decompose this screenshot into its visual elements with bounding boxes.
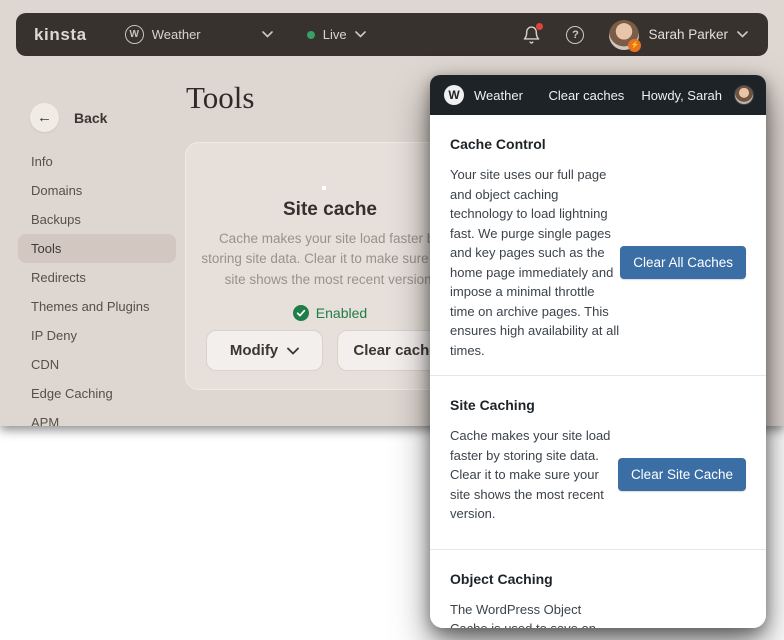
modify-label: Modify (230, 342, 278, 359)
object-caching-section: Object Caching The WordPress Object Cach… (430, 549, 766, 629)
sidebar-item-tools[interactable]: Tools (18, 234, 176, 263)
sidebar-item-ip-deny[interactable]: IP Deny (18, 321, 176, 350)
notification-dot (536, 23, 543, 30)
clear-cache-label: Clear cache (353, 342, 437, 359)
help-icon: ? (572, 29, 579, 41)
back-arrow-icon: ← (37, 109, 52, 126)
avatar-badge-icon: ⚡ (628, 39, 641, 52)
site-selector-dropdown[interactable]: W Weather (125, 25, 273, 44)
sidebar-item-edge-caching[interactable]: Edge Caching (18, 379, 176, 408)
help-button[interactable]: ? (566, 26, 584, 44)
wordpress-icon: W (125, 25, 144, 44)
section-description: Your site uses our full page and object … (450, 165, 620, 360)
environment-label: Live (323, 27, 347, 42)
cache-control-section: Cache Control Your site uses our full pa… (430, 115, 766, 375)
top-navigation-bar: kinsta W Weather Live (16, 13, 768, 56)
clear-site-cache-button[interactable]: Clear Site Cache (618, 458, 746, 491)
chevron-down-icon (262, 31, 273, 38)
sidebar-item-redirects[interactable]: Redirects (18, 263, 176, 292)
kinsta-logo: kinsta (34, 25, 87, 45)
avatar: ⚡ (609, 20, 639, 50)
site-selector-label: Weather (152, 27, 201, 42)
sidebar-item-apm[interactable]: APM (18, 408, 176, 426)
chevron-down-icon (355, 31, 366, 38)
live-status-dot (307, 31, 315, 39)
clear-all-caches-button[interactable]: Clear All Caches (620, 246, 746, 279)
section-description: The WordPress Object Cache is used to sa… (450, 600, 602, 629)
wordpress-icon[interactable]: W (444, 85, 464, 105)
notifications-button[interactable] (522, 25, 541, 45)
card-description: Cache makes your site load faster by sto… (199, 229, 461, 290)
wp-avatar[interactable] (734, 85, 754, 105)
section-title: Object Caching (450, 571, 746, 587)
modify-button[interactable]: Modify (206, 330, 323, 371)
sidebar-item-themes-and-plugins[interactable]: Themes and Plugins (18, 292, 176, 321)
wp-admin-bar: W Weather Clear caches Howdy, Sarah (430, 75, 766, 115)
section-title: Cache Control (450, 136, 746, 152)
wp-admin-cache-panel: W Weather Clear caches Howdy, Sarah Cach… (430, 75, 766, 628)
sidebar-item-domains[interactable]: Domains (18, 176, 176, 205)
back-navigation: ← Back (30, 103, 107, 132)
check-circle-icon (293, 305, 309, 321)
environment-selector-dropdown[interactable]: Live (307, 27, 366, 42)
cache-settings-body: Cache Control Your site uses our full pa… (430, 115, 766, 628)
user-name: Sarah Parker (648, 27, 728, 42)
page-title: Tools (186, 80, 254, 116)
chevron-down-icon (287, 347, 299, 355)
section-description: Cache makes your site load faster by sto… (450, 426, 618, 524)
sidebar-item-info[interactable]: Info (18, 147, 176, 176)
section-title: Site Caching (450, 397, 746, 413)
sidebar-item-cdn[interactable]: CDN (18, 350, 176, 379)
sidebar-nav: Info Domains Backups Tools Redirects The… (18, 147, 176, 426)
chevron-down-icon (737, 31, 748, 38)
status-label: Enabled (316, 305, 367, 321)
back-label: Back (74, 110, 107, 126)
card-actions: Modify Clear cache (206, 330, 454, 371)
status-badge: Enabled (293, 305, 367, 321)
site-caching-section: Site Caching Cache makes your site load … (430, 375, 766, 549)
wp-account-greeting[interactable]: Howdy, Sarah (641, 88, 722, 103)
sidebar-item-backups[interactable]: Backups (18, 205, 176, 234)
wp-clear-caches-menu[interactable]: Clear caches (548, 88, 624, 103)
user-menu[interactable]: ⚡ Sarah Parker (609, 20, 748, 50)
wp-site-name[interactable]: Weather (474, 88, 523, 103)
back-button[interactable]: ← (30, 103, 59, 132)
topbar-actions: ? ⚡ Sarah Parker (522, 20, 748, 50)
